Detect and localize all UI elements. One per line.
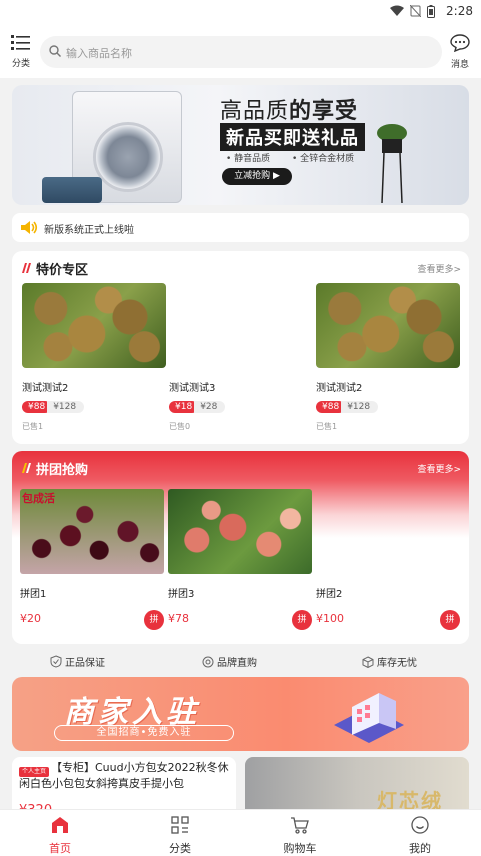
profile-icon xyxy=(411,816,429,834)
product-title: 【专柜】Cuud小方包女2022秋冬休闲白色小包包女斜挎真皮手提小包 xyxy=(19,761,229,790)
status-bar: 2:28 xyxy=(0,0,481,26)
product-card[interactable]: 个人主页 【专柜】Cuud小方包女2022秋冬休闲白色小包包女斜挎真皮手提小包 … xyxy=(12,757,236,817)
section-title: 特价专区 xyxy=(36,263,89,278)
cart-icon xyxy=(291,817,309,834)
flame-icon xyxy=(22,263,31,273)
product-image xyxy=(169,283,313,368)
image-caption: 包成活 xyxy=(22,492,55,505)
product-name: 测试测试2 xyxy=(22,383,69,394)
status-icons xyxy=(390,5,435,18)
plant-stand-image xyxy=(377,124,407,203)
product-name: 拼团1 xyxy=(20,589,47,600)
guarantee-label: 正品保证 xyxy=(65,658,105,669)
product-name: 测试测试2 xyxy=(316,383,363,394)
product-card[interactable]: 测试测试2 ¥88 ¥128 已售1 xyxy=(316,283,460,432)
banner-headline: 高品质的享受 xyxy=(220,99,359,124)
tab-cart[interactable]: 购物车 xyxy=(260,815,340,856)
join-group-button[interactable]: 拼 xyxy=(144,610,164,630)
view-more-link[interactable]: 查看更多> xyxy=(417,462,461,475)
tab-home[interactable]: 首页 xyxy=(20,815,100,856)
original-price: ¥128 xyxy=(341,401,379,413)
group-buy-section: 拼团抢购 查看更多> 包成活 拼团1 ¥20 拼 拼团3 ¥78 拼 拼团2 ¥… xyxy=(12,451,469,644)
category-button[interactable]: 分类 xyxy=(8,34,34,69)
message-label: 消息 xyxy=(450,60,469,70)
view-more-link[interactable]: 查看更多> xyxy=(417,262,461,275)
guarantee-bar: 正品保证 品牌直购 库存无忧 xyxy=(0,650,481,674)
building-illustration xyxy=(334,693,404,743)
product-image: 包成活 xyxy=(20,489,164,574)
group-price: ¥78 xyxy=(168,612,189,625)
banner-feature: • 静音品质 xyxy=(226,154,271,164)
no-sim-icon xyxy=(410,5,421,17)
status-time: 2:28 xyxy=(446,4,473,18)
product-card[interactable]: 测试测试2 ¥88 ¥128 已售1 xyxy=(22,283,166,432)
banner-subline: 新品买即送礼品 xyxy=(220,123,365,151)
product-card[interactable]: 测试测试3 ¥18 ¥28 已售0 xyxy=(169,283,313,432)
home-icon xyxy=(52,817,68,833)
original-price: ¥28 xyxy=(194,401,226,413)
battery-icon xyxy=(427,5,435,18)
group-product-card[interactable]: 包成活 拼团1 ¥20 拼 xyxy=(20,489,164,630)
guarantee-label: 库存无忧 xyxy=(377,658,417,669)
product-image xyxy=(316,489,460,574)
towels-image xyxy=(42,177,102,203)
join-group-button[interactable]: 拼 xyxy=(440,610,460,630)
group-price: ¥20 xyxy=(20,612,41,625)
speaker-icon xyxy=(21,221,38,234)
product-name: 测试测试3 xyxy=(169,383,216,394)
search-input[interactable]: 输入商品名称 xyxy=(40,36,442,68)
flame-icon xyxy=(22,463,31,473)
category-icon xyxy=(171,816,189,834)
notice-bar[interactable]: 新版系统正式上线啦 xyxy=(12,213,469,242)
tab-profile[interactable]: 我的 xyxy=(380,815,460,856)
tab-label: 首页 xyxy=(49,842,71,855)
product-name: 拼团3 xyxy=(168,589,195,600)
tab-label: 我的 xyxy=(409,842,431,855)
list-icon xyxy=(11,35,30,50)
guarantee-label: 品牌直购 xyxy=(217,658,257,669)
group-product-card[interactable]: 拼团3 ¥78 拼 xyxy=(168,489,312,630)
wifi-icon xyxy=(390,5,404,16)
product-image xyxy=(316,283,460,368)
banner-feature: • 全锌合金材质 xyxy=(292,154,355,164)
sold-count: 已售1 xyxy=(316,422,338,431)
notice-text: 新版系统正式上线啦 xyxy=(44,225,134,236)
search-icon xyxy=(49,45,61,57)
merchant-subtitle: 全国招商•免费入驻 xyxy=(54,725,234,741)
group-price: ¥100 xyxy=(316,612,344,625)
section-title: 拼团抢购 xyxy=(36,463,89,478)
tab-label: 购物车 xyxy=(283,842,317,855)
tab-label: 分类 xyxy=(169,842,191,855)
product-image[interactable]: 灯芯绒 xyxy=(245,757,469,817)
guarantee-item: 品牌直购 xyxy=(202,654,257,669)
guarantee-item: 库存无忧 xyxy=(362,654,417,669)
join-group-button[interactable]: 拼 xyxy=(292,610,312,630)
chat-bubble-icon xyxy=(450,34,470,53)
search-placeholder: 输入商品名称 xyxy=(66,47,132,60)
merchant-join-banner[interactable]: 商家入驻 全国招商•免费入驻 xyxy=(12,677,469,751)
category-label: 分类 xyxy=(11,59,30,69)
header: 分类 输入商品名称 消息 xyxy=(0,26,481,78)
group-product-card[interactable]: 拼团2 ¥100 拼 xyxy=(316,489,460,630)
box-icon xyxy=(362,655,374,668)
product-name: 拼团2 xyxy=(316,589,343,600)
tab-category[interactable]: 分类 xyxy=(140,815,220,856)
original-price: ¥128 xyxy=(47,401,85,413)
sold-count: 已售0 xyxy=(169,422,191,431)
sold-count: 已售1 xyxy=(22,422,44,431)
product-image xyxy=(168,489,312,574)
special-price-section: 特价专区 查看更多> 测试测试2 ¥88 ¥128 已售1 测试测试3 ¥18 ¥2… xyxy=(12,251,469,444)
banner-buy-button[interactable]: 立减抢购 ▶ xyxy=(222,168,292,185)
product-image xyxy=(22,283,166,368)
promo-banner[interactable]: 高品质的享受 新品买即送礼品 • 静音品质 • 全锌合金材质 立减抢购 ▶ xyxy=(12,85,469,205)
bottom-tab-bar: 首页 分类 购物车 我的 xyxy=(0,809,481,856)
brand-badge-icon xyxy=(202,656,214,667)
shield-icon xyxy=(50,655,62,668)
message-button[interactable]: 消息 xyxy=(447,34,473,70)
guarantee-item: 正品保证 xyxy=(50,654,105,669)
